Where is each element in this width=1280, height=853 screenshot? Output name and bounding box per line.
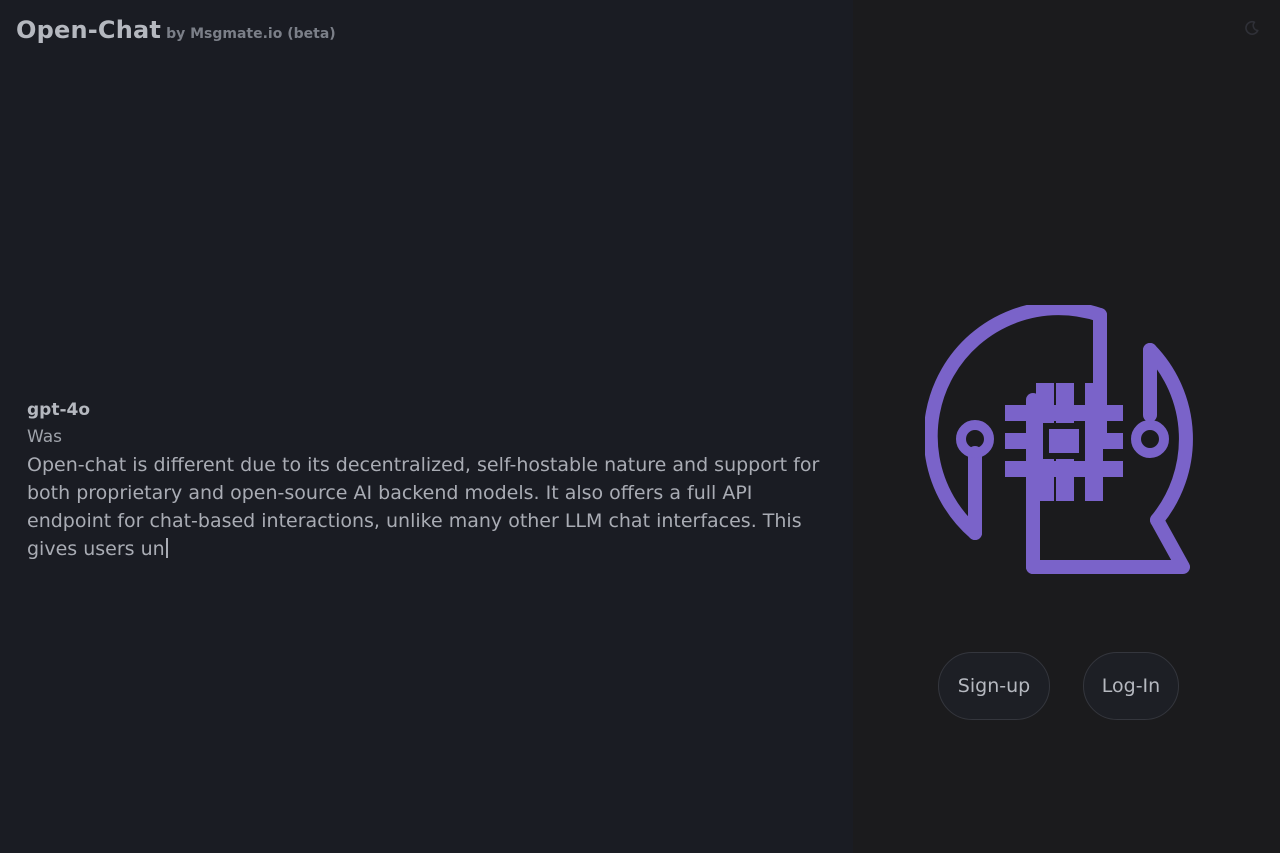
response-text: Open-chat is different due to its decent… [27, 454, 820, 560]
login-button[interactable]: Log-In [1083, 652, 1179, 720]
brand: Open-Chat by Msgmate.io (beta) [16, 16, 336, 44]
assistant-response: Open-chat is different due to its decent… [27, 451, 827, 563]
signup-button[interactable]: Sign-up [938, 652, 1050, 720]
ai-head-chip-logo-icon [925, 305, 1193, 574]
chat-preview: gpt-4o Was Open-chat is different due to… [27, 397, 827, 563]
model-name: gpt-4o [27, 400, 91, 420]
app-title: Open-Chat [16, 16, 162, 44]
moon-icon[interactable] [1243, 19, 1261, 37]
chat-panel: Open-Chat by Msgmate.io (beta) gpt-4o Wa… [0, 0, 853, 853]
user-prompt: Was [27, 427, 62, 447]
app-subtitle: by Msgmate.io (beta) [166, 26, 336, 42]
typing-caret [165, 538, 168, 558]
